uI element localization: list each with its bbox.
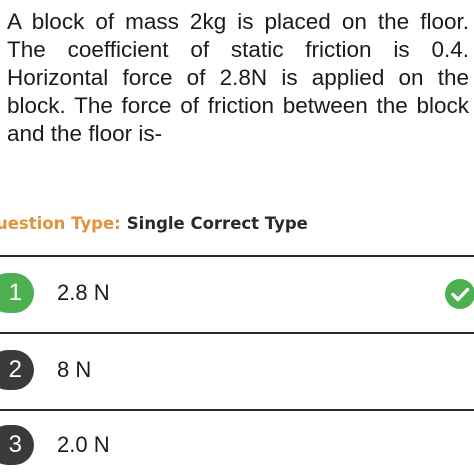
option-3[interactable]: 3 2.0 N <box>0 415 474 474</box>
option-2[interactable]: 2 8 N <box>0 340 474 400</box>
divider <box>0 332 474 334</box>
divider <box>0 255 474 257</box>
option-number-badge: 3 <box>0 425 34 465</box>
question-type-value: Single Correct Type <box>126 214 308 233</box>
option-1[interactable]: 1 2.8 N <box>0 263 474 323</box>
option-text: 8 N <box>57 357 92 382</box>
option-number-badge: 2 <box>0 350 34 390</box>
question-type: uestion Type: Single Correct Type <box>0 214 308 233</box>
question-type-label: uestion Type: <box>0 214 121 233</box>
option-number-badge: 1 <box>0 273 34 313</box>
divider <box>0 409 474 411</box>
question-text: A block of mass 2kg is placed on the flo… <box>7 9 469 146</box>
option-text: 2.8 N <box>57 280 110 305</box>
check-circle-icon <box>445 279 474 309</box>
option-text: 2.0 N <box>57 432 110 457</box>
